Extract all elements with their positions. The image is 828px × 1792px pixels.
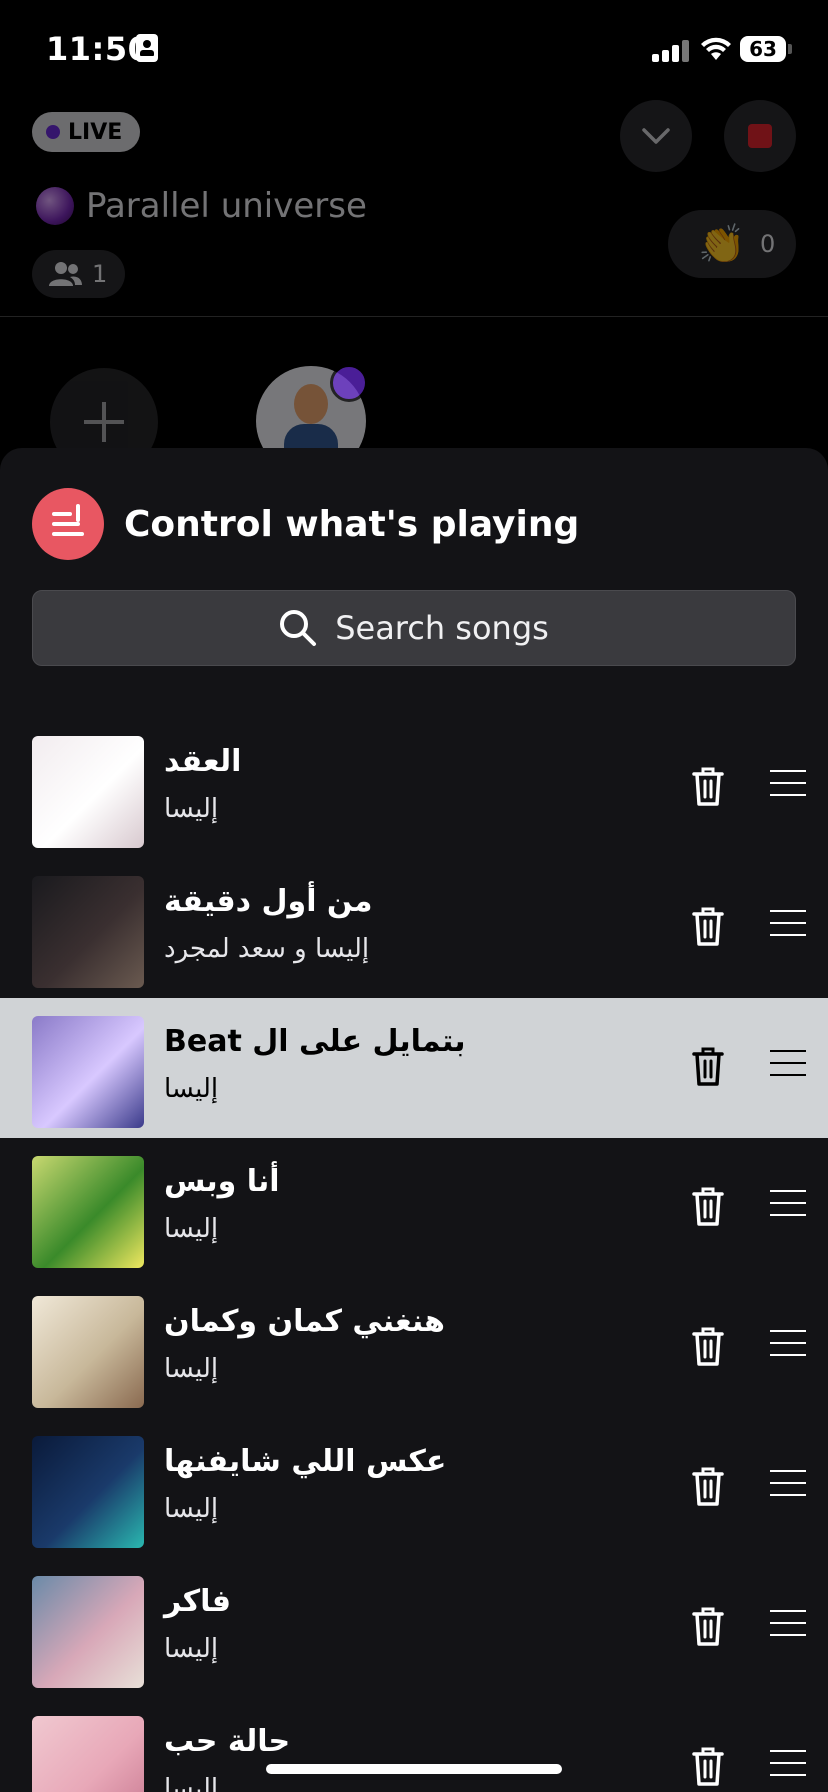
song-title: أنا وبس [164,1164,280,1199]
song-artist: إليسا [164,1634,219,1664]
song-title: من أول دقيقة [164,884,373,919]
header-divider [0,316,828,317]
wifi-icon [701,37,731,60]
album-art [32,1156,144,1268]
trash-icon[interactable] [690,904,726,948]
drag-handle-icon[interactable] [770,1050,806,1078]
song-title: بتمايل على ال Beat [164,1024,466,1059]
cellular-signal-icon [652,38,690,62]
stop-icon [748,124,772,148]
trash-icon[interactable] [690,1604,726,1648]
trash-icon[interactable] [690,1324,726,1368]
drag-handle-icon[interactable] [770,1190,806,1218]
song-artist: إليسا [164,794,219,824]
song-row[interactable]: بتمايل على ال Beat إليسا [0,998,828,1138]
album-art [32,1576,144,1688]
song-title: العقد [164,744,242,779]
song-artist: إليسا [164,1074,219,1104]
album-art [32,1436,144,1548]
trash-icon[interactable] [690,1464,726,1508]
clock: 11:50 [46,30,151,68]
drag-handle-icon[interactable] [770,910,806,938]
album-art [32,876,144,988]
song-row[interactable]: أنا وبس إليسا [0,1138,828,1278]
home-indicator [266,1764,562,1774]
drag-handle-icon[interactable] [770,770,806,798]
sheet-title: Control what's playing [124,503,580,545]
song-artist: إليسا و سعد لمجرد [164,934,370,964]
song-row[interactable]: العقد إليسا [0,718,828,858]
drag-handle-icon[interactable] [770,1470,806,1498]
song-row[interactable]: هنغني كمان وكمان إليسا [0,1278,828,1418]
song-row[interactable]: حالة حب إليسا [0,1698,828,1792]
room-title-text: Parallel universe [86,186,367,226]
chevron-down-icon [642,128,670,144]
trash-icon[interactable] [690,1184,726,1228]
search-icon [280,610,317,646]
song-row[interactable]: عكس اللي شايفنها إليسا [0,1418,828,1558]
search-placeholder: Search songs [335,609,549,647]
control-playing-sheet: Control what's playing Search songs العق… [0,448,828,1792]
song-list: العقد إليسا من أول دقيقة إليسا و سعد لمجرد ب… [0,718,828,1792]
drag-handle-icon[interactable] [770,1330,806,1358]
sheet-header: Control what's playing [32,488,579,560]
album-art [32,1716,144,1792]
avatar-head [294,384,328,424]
listener-count-value: 1 [92,260,108,288]
album-art [32,1296,144,1408]
song-title: عكس اللي شايفنها [164,1444,447,1479]
trash-icon[interactable] [690,1744,726,1788]
room-title: Parallel universe [36,186,367,226]
song-artist: إليسا [164,1214,219,1244]
album-art [32,1016,144,1128]
song-artist: إليسا [164,1354,219,1384]
song-artist: إليسا [164,1494,219,1524]
trash-icon[interactable] [690,1044,726,1088]
trash-icon[interactable] [690,764,726,808]
id-card-icon [136,34,158,62]
status-bar: 11:50 63 [0,0,828,100]
battery-indicator: 63 [740,36,792,62]
live-badge-label: LIVE [68,119,123,145]
song-row[interactable]: من أول دقيقة إليسا و سعد لمجرد [0,858,828,998]
clapping-hands-icon: 👏 [698,222,746,266]
album-art [32,736,144,848]
people-icon [49,262,82,286]
clap-button[interactable]: 👏 0 [668,210,796,278]
song-title: فاكر [164,1584,232,1619]
live-badge: LIVE [32,112,141,152]
search-input[interactable]: Search songs [32,590,796,666]
drag-handle-icon[interactable] [770,1750,806,1778]
live-dot-icon [46,125,60,139]
live-room-header: LIVE Parallel universe 1 👏 0 [0,100,828,316]
collapse-button[interactable] [620,100,692,172]
song-title: حالة حب [164,1724,291,1759]
queue-icon [32,488,104,560]
crystal-ball-icon [36,187,74,225]
drag-handle-icon[interactable] [770,1610,806,1638]
listener-count[interactable]: 1 [32,250,126,298]
song-title: هنغني كمان وكمان [164,1304,445,1339]
song-artist: إليسا [164,1774,219,1792]
clap-count: 0 [760,230,776,258]
end-room-button[interactable] [724,100,796,172]
song-row[interactable]: فاكر إليسا [0,1558,828,1698]
podcast-icon [330,364,368,402]
